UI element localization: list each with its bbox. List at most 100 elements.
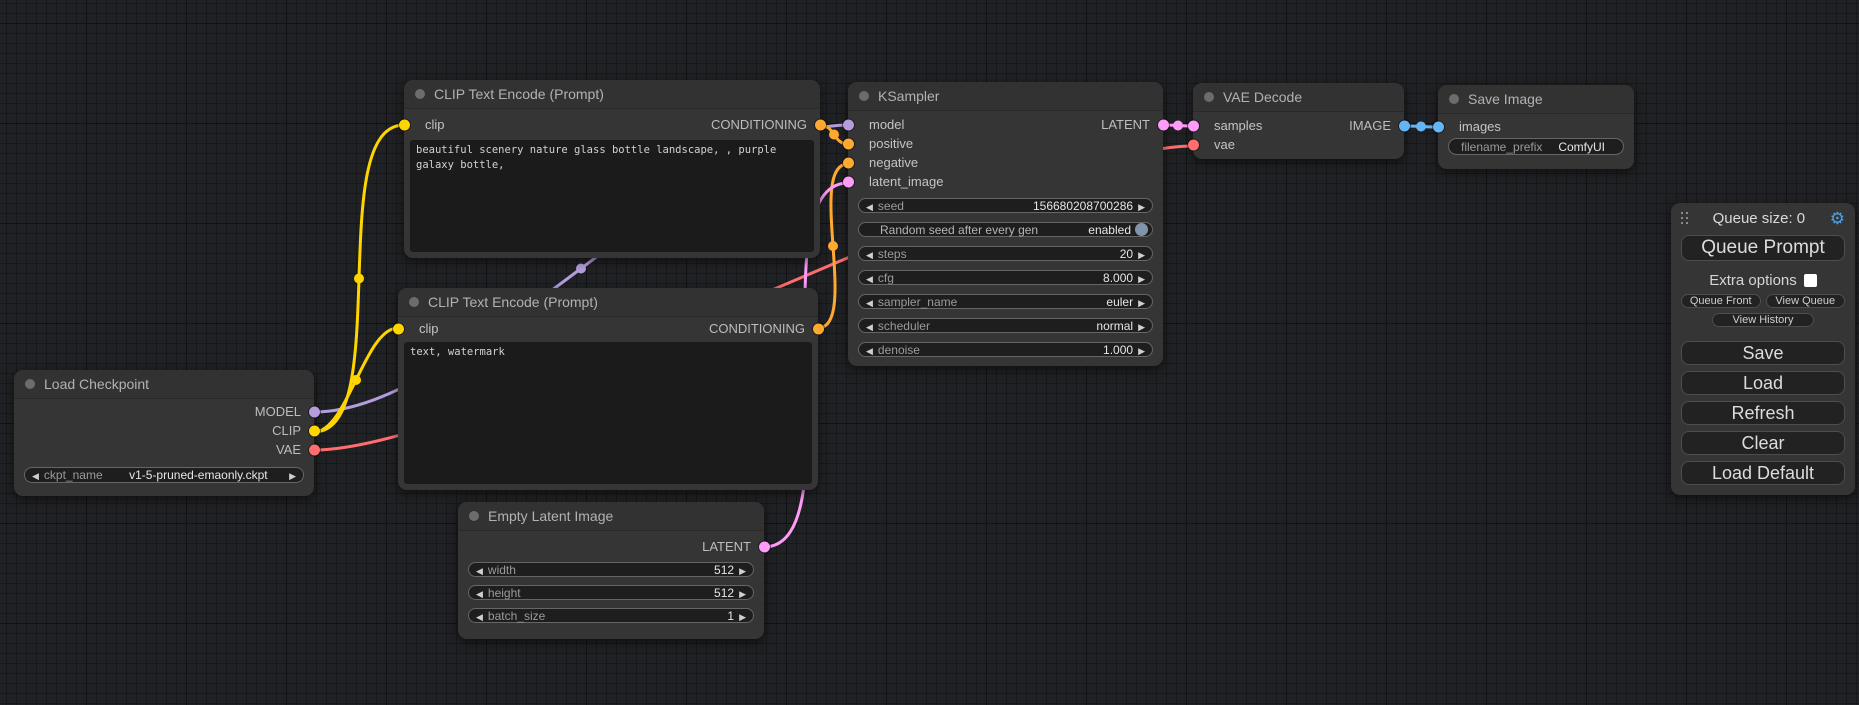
widget-height[interactable]: height 512 bbox=[468, 585, 754, 600]
node-clip-text-encode-positive[interactable]: CLIP Text Encode (Prompt) clip CONDITION… bbox=[404, 80, 820, 258]
arrow-right-icon[interactable] bbox=[1138, 319, 1145, 333]
widget-ckpt-name[interactable]: ckpt_name v1-5-pruned-emaonly.ckpt bbox=[24, 467, 304, 483]
collapse-dot[interactable] bbox=[469, 511, 479, 521]
node-empty-latent-image[interactable]: Empty Latent Image LATENT width 512 heig… bbox=[458, 502, 764, 639]
node-title-bar[interactable]: CLIP Text Encode (Prompt) bbox=[398, 288, 818, 317]
positive-conditioning-link-midpoint-dot[interactable] bbox=[829, 130, 839, 140]
refresh-button[interactable]: Refresh bbox=[1681, 401, 1845, 425]
arrow-right-icon[interactable] bbox=[739, 586, 746, 600]
latent-to-samples-link-midpoint-dot[interactable] bbox=[1173, 121, 1183, 131]
extra-options-checkbox[interactable] bbox=[1804, 274, 1817, 287]
image-output-slot[interactable] bbox=[1399, 120, 1410, 131]
widget-scheduler[interactable]: scheduler normal bbox=[858, 318, 1153, 333]
collapse-dot[interactable] bbox=[415, 89, 425, 99]
positive-input-slot[interactable] bbox=[843, 138, 854, 149]
arrow-left-icon[interactable] bbox=[866, 295, 873, 309]
node-title-bar[interactable]: Empty Latent Image bbox=[458, 502, 764, 531]
widget-steps[interactable]: steps 20 bbox=[858, 246, 1153, 261]
node-graph-canvas[interactable]: Load Checkpoint MODEL CLIP VAE ckpt_name… bbox=[0, 0, 1859, 705]
node-title-bar[interactable]: CLIP Text Encode (Prompt) bbox=[404, 80, 820, 109]
arrow-left-icon[interactable] bbox=[476, 586, 483, 600]
arrow-left-icon[interactable] bbox=[476, 563, 483, 577]
view-history-button[interactable]: View History bbox=[1712, 313, 1814, 327]
collapse-dot[interactable] bbox=[409, 297, 419, 307]
clip-to-negative-prompt-link-midpoint-dot[interactable] bbox=[351, 375, 361, 385]
node-ksampler[interactable]: KSampler model LATENT positive negative … bbox=[848, 82, 1163, 366]
latent-output-slot[interactable] bbox=[1158, 119, 1169, 130]
latent-output-slot[interactable] bbox=[759, 541, 770, 552]
save-button[interactable]: Save bbox=[1681, 341, 1845, 365]
arrow-left-icon[interactable] bbox=[32, 468, 39, 482]
arrow-right-icon[interactable] bbox=[1138, 247, 1145, 261]
output-label-model: MODEL bbox=[255, 404, 301, 419]
arrow-left-icon[interactable] bbox=[866, 199, 873, 213]
drag-handle-icon[interactable] bbox=[1681, 212, 1688, 225]
vae-output-slot[interactable] bbox=[309, 444, 320, 455]
clip-output-slot[interactable] bbox=[309, 425, 320, 436]
node-clip-text-encode-negative[interactable]: CLIP Text Encode (Prompt) clip CONDITION… bbox=[398, 288, 818, 490]
arrow-right-icon[interactable] bbox=[1138, 271, 1145, 285]
widget-label: filename_prefix bbox=[1461, 140, 1542, 154]
node-title-bar[interactable]: KSampler bbox=[848, 82, 1163, 111]
clip-to-positive-prompt-link-midpoint-dot[interactable] bbox=[354, 274, 364, 284]
negative-prompt-textarea[interactable]: text, watermark bbox=[404, 342, 812, 484]
conditioning-output-slot[interactable] bbox=[815, 119, 826, 130]
widget-width[interactable]: width 512 bbox=[468, 562, 754, 577]
node-title-bar[interactable]: VAE Decode bbox=[1193, 83, 1404, 112]
latent-image-input-slot[interactable] bbox=[843, 176, 854, 187]
vae-input-slot[interactable] bbox=[1188, 139, 1199, 150]
arrow-left-icon[interactable] bbox=[866, 319, 873, 333]
model-input-slot[interactable] bbox=[843, 119, 854, 130]
queue-panel: Queue size: 0 ⚙ Queue Prompt Extra optio… bbox=[1671, 203, 1855, 495]
negative-conditioning-link-midpoint-dot[interactable] bbox=[828, 241, 838, 251]
samples-input-slot[interactable] bbox=[1188, 120, 1199, 131]
widget-filename-prefix[interactable]: filename_prefix ComfyUI bbox=[1448, 138, 1624, 155]
arrow-left-icon[interactable] bbox=[866, 271, 873, 285]
load-button[interactable]: Load bbox=[1681, 371, 1845, 395]
widget-value: 1.000 bbox=[1103, 343, 1133, 357]
arrow-right-icon[interactable] bbox=[1138, 199, 1145, 213]
widget-value: 156680208700286 bbox=[1033, 199, 1133, 213]
collapse-dot[interactable] bbox=[1204, 92, 1214, 102]
negative-input-slot[interactable] bbox=[843, 157, 854, 168]
arrow-left-icon[interactable] bbox=[866, 247, 873, 261]
model-link-midpoint-dot[interactable] bbox=[576, 264, 586, 274]
node-load-checkpoint[interactable]: Load Checkpoint MODEL CLIP VAE ckpt_name… bbox=[14, 370, 314, 496]
arrow-right-icon[interactable] bbox=[1138, 295, 1145, 309]
images-input-slot[interactable] bbox=[1433, 121, 1444, 132]
node-title: CLIP Text Encode (Prompt) bbox=[428, 294, 598, 310]
model-output-slot[interactable] bbox=[309, 406, 320, 417]
arrow-right-icon[interactable] bbox=[1138, 343, 1145, 357]
node-save-image[interactable]: Save Image images filename_prefix ComfyU… bbox=[1438, 85, 1634, 169]
arrow-right-icon[interactable] bbox=[739, 609, 746, 623]
arrow-left-icon[interactable] bbox=[476, 609, 483, 623]
widget-batch-size[interactable]: batch_size 1 bbox=[468, 608, 754, 623]
toggle-icon[interactable] bbox=[1135, 223, 1148, 236]
gear-icon[interactable]: ⚙ bbox=[1830, 210, 1845, 227]
widget-cfg[interactable]: cfg 8.000 bbox=[858, 270, 1153, 285]
clip-input-slot[interactable] bbox=[399, 119, 410, 130]
widget-denoise[interactable]: denoise 1.000 bbox=[858, 342, 1153, 357]
positive-prompt-textarea[interactable]: beautiful scenery nature glass bottle la… bbox=[410, 140, 814, 252]
queue-prompt-button[interactable]: Queue Prompt bbox=[1681, 235, 1845, 262]
clip-input-slot[interactable] bbox=[393, 323, 404, 334]
view-queue-button[interactable]: View Queue bbox=[1766, 294, 1846, 308]
load-default-button[interactable]: Load Default bbox=[1681, 461, 1845, 485]
widget-sampler-name[interactable]: sampler_name euler bbox=[858, 294, 1153, 309]
arrow-right-icon[interactable] bbox=[289, 468, 296, 482]
conditioning-output-slot[interactable] bbox=[813, 323, 824, 334]
image-link-midpoint-dot[interactable] bbox=[1416, 122, 1426, 132]
widget-seed[interactable]: seed 156680208700286 bbox=[858, 198, 1153, 213]
collapse-dot[interactable] bbox=[859, 91, 869, 101]
collapse-dot[interactable] bbox=[1449, 94, 1459, 104]
arrow-right-icon[interactable] bbox=[739, 563, 746, 577]
node-title-bar[interactable]: Save Image bbox=[1438, 85, 1634, 114]
node-title-bar[interactable]: Load Checkpoint bbox=[14, 370, 314, 399]
arrow-left-icon[interactable] bbox=[866, 343, 873, 357]
clear-button[interactable]: Clear bbox=[1681, 431, 1845, 455]
widget-label: batch_size bbox=[488, 609, 545, 623]
widget-random-seed[interactable]: Random seed after every gen enabled bbox=[858, 222, 1153, 237]
node-vae-decode[interactable]: VAE Decode samples IMAGE vae bbox=[1193, 83, 1404, 159]
queue-front-button[interactable]: Queue Front bbox=[1681, 294, 1761, 308]
collapse-dot[interactable] bbox=[25, 379, 35, 389]
